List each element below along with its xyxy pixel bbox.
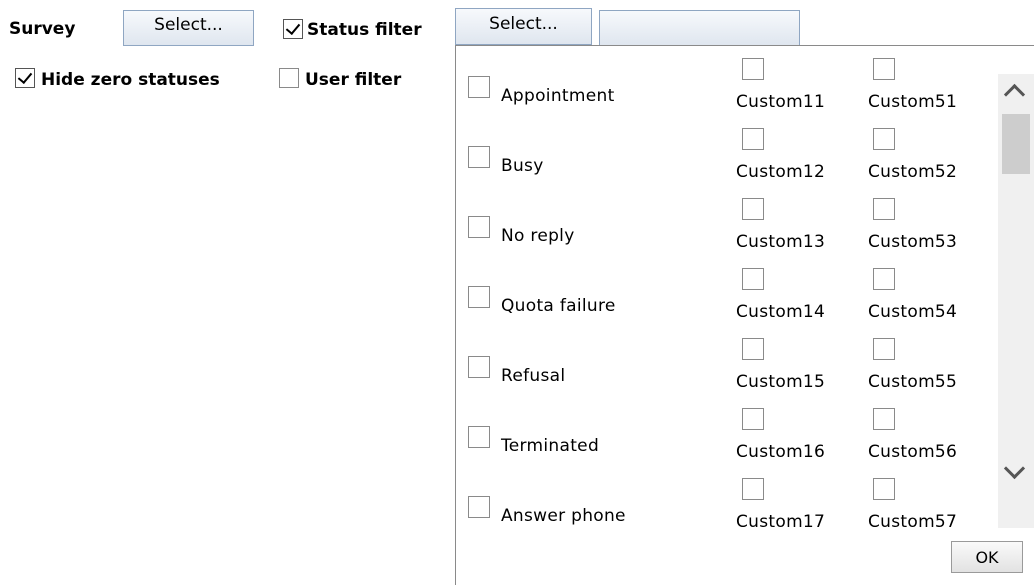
custom-status-item[interactable]: Custom51 — [868, 58, 988, 118]
custom-status-label: Custom14 — [736, 302, 826, 322]
status-checkbox[interactable] — [468, 76, 490, 98]
custom-status-item[interactable]: Custom12 — [736, 128, 856, 188]
status-checkbox[interactable] — [468, 426, 490, 448]
custom-status-checkbox[interactable] — [873, 268, 895, 290]
custom-status-label: Custom54 — [868, 302, 958, 322]
custom-status-checkbox[interactable] — [873, 58, 895, 80]
custom-status-label: Custom57 — [868, 512, 958, 528]
hide-zero-statuses-label[interactable]: Hide zero statuses — [41, 70, 220, 90]
status-checkbox[interactable] — [468, 356, 490, 378]
scroll-up-icon[interactable] — [1003, 83, 1026, 106]
custom-status-checkbox[interactable] — [873, 408, 895, 430]
status-checkbox[interactable] — [468, 286, 490, 308]
custom-status-checkbox[interactable] — [873, 198, 895, 220]
status-label: Terminated — [501, 436, 600, 456]
custom-status-label: Custom16 — [736, 442, 826, 462]
status-select-button[interactable]: Select... — [455, 8, 592, 45]
custom-status-checkbox[interactable] — [742, 198, 764, 220]
status-filter-label[interactable]: Status filter — [307, 20, 422, 40]
custom-status-label: Custom55 — [868, 372, 958, 392]
custom-status-checkbox[interactable] — [873, 478, 895, 500]
user-filter-checkbox[interactable] — [279, 68, 299, 88]
custom-status-checkbox[interactable] — [742, 408, 764, 430]
custom-status-item[interactable]: Custom16 — [736, 408, 856, 468]
ok-button[interactable]: OK — [951, 541, 1023, 573]
status-filter-checkbox[interactable] — [283, 19, 303, 39]
custom-status-checkbox[interactable] — [873, 128, 895, 150]
custom-status-label: Custom17 — [736, 512, 826, 528]
blank-button[interactable] — [599, 10, 800, 46]
custom-status-checkbox[interactable] — [742, 338, 764, 360]
custom-status-item[interactable]: Custom55 — [868, 338, 988, 398]
custom-status-item[interactable]: Custom17 — [736, 478, 856, 528]
vertical-scrollbar[interactable] — [998, 74, 1034, 528]
status-label: Answer phone — [501, 506, 626, 526]
custom-status-item[interactable]: Custom57 — [868, 478, 988, 528]
status-popup: Appointment Busy No reply Quota failure … — [455, 45, 1034, 585]
custom-status-label: Custom53 — [868, 232, 958, 252]
custom-status-item[interactable]: Custom13 — [736, 198, 856, 258]
custom-status-label: Custom15 — [736, 372, 826, 392]
custom-status-label: Custom51 — [868, 92, 958, 112]
status-label: Refusal — [501, 366, 566, 386]
custom-status-item[interactable]: Custom53 — [868, 198, 988, 258]
custom-status-item[interactable]: Custom54 — [868, 268, 988, 328]
custom-status-item[interactable]: Custom52 — [868, 128, 988, 188]
hide-zero-statuses-checkbox[interactable] — [15, 68, 35, 88]
custom-status-label: Custom52 — [868, 162, 958, 182]
status-checkbox[interactable] — [468, 496, 490, 518]
custom-status-checkbox[interactable] — [742, 268, 764, 290]
custom-status-item[interactable]: Custom14 — [736, 268, 856, 328]
custom-status-label: Custom11 — [736, 92, 826, 112]
custom-status-label: Custom12 — [736, 162, 826, 182]
status-checkbox[interactable] — [468, 216, 490, 238]
survey-select-button[interactable]: Select... — [123, 10, 254, 46]
custom-status-checkbox[interactable] — [742, 128, 764, 150]
custom-status-item[interactable]: Custom15 — [736, 338, 856, 398]
status-checkbox[interactable] — [468, 146, 490, 168]
custom-status-label: Custom56 — [868, 442, 958, 462]
status-label: Quota failure — [501, 296, 616, 316]
survey-label: Survey — [9, 19, 76, 39]
custom-status-item[interactable]: Custom56 — [868, 408, 988, 468]
scrollbar-thumb[interactable] — [1002, 114, 1030, 174]
custom-status-item[interactable]: Custom11 — [736, 58, 856, 118]
custom-status-checkbox[interactable] — [742, 478, 764, 500]
custom-status-checkbox[interactable] — [873, 338, 895, 360]
status-list: Appointment Busy No reply Quota failure … — [456, 46, 998, 528]
custom-status-checkbox[interactable] — [742, 58, 764, 80]
status-label: Busy — [501, 156, 544, 176]
user-filter-label[interactable]: User filter — [305, 70, 401, 90]
custom-status-label: Custom13 — [736, 232, 826, 252]
status-label: No reply — [501, 226, 575, 246]
scroll-down-icon[interactable] — [1003, 457, 1026, 480]
status-label: Appointment — [501, 86, 615, 106]
